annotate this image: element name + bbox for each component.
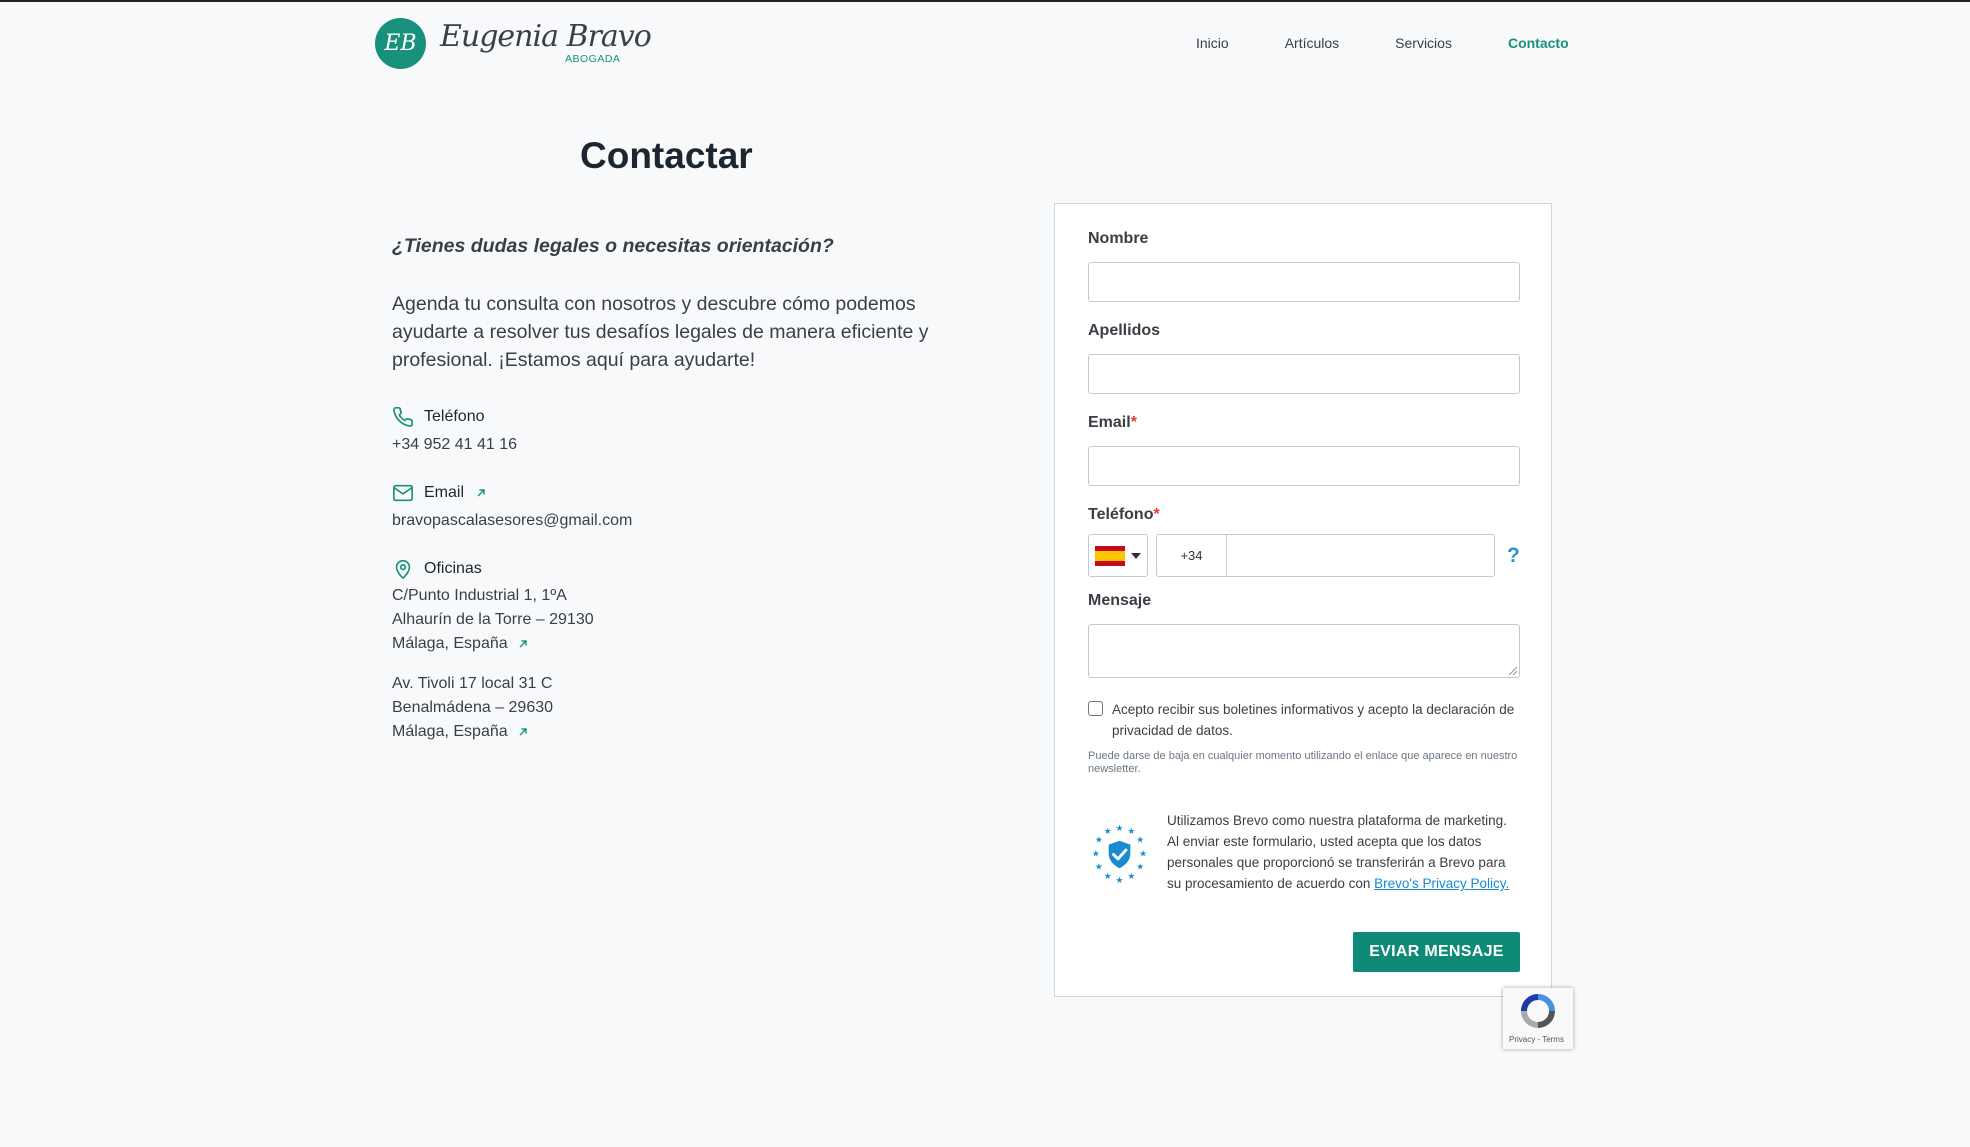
external-link-icon[interactable]	[518, 727, 528, 737]
logo-monogram: EB	[375, 17, 426, 69]
logo-wordmark: Eugenia Bravo ABOGADA	[440, 15, 652, 71]
svg-text:★: ★	[1139, 849, 1147, 859]
unsubscribe-note: Puede darse de baja en cualquier momento…	[1088, 750, 1518, 775]
svg-text:★: ★	[1136, 862, 1144, 872]
envelope-icon	[393, 484, 413, 502]
external-link-icon[interactable]	[518, 639, 528, 649]
country-select[interactable]	[1088, 534, 1148, 577]
email-address[interactable]: bravopascalasesores@gmail.com	[392, 509, 632, 533]
office-address-1: C/Punto Industrial 1, 1ºA Alhaurín de la…	[392, 584, 594, 656]
brevo-notice: ★ ★ ★ ★ ★ ★ ★ ★ ★ ★ ★ ★ Utilizamos Brevo como nue…	[1088, 810, 1520, 894]
address-line: C/Punto Industrial 1, 1ºA	[392, 587, 567, 604]
svg-text:★: ★	[1095, 836, 1103, 846]
contact-email: Email bravopascalasesores@gmail.com	[392, 482, 632, 533]
phone-number[interactable]: +34 952 41 41 16	[392, 433, 517, 457]
recaptcha-text[interactable]: Privacy - Terms	[1509, 1035, 1564, 1044]
nombre-label: Nombre	[1088, 230, 1149, 247]
consent-text: Acepto recibir sus boletines informativo…	[1112, 702, 1515, 738]
svg-text:★: ★	[1092, 849, 1100, 859]
mensaje-field[interactable]	[1088, 624, 1520, 678]
offices-label: Oficinas	[424, 560, 482, 577]
address-line: Alhaurín de la Torre – 29130	[392, 611, 594, 628]
svg-text:★: ★	[1127, 872, 1135, 882]
svg-text:★: ★	[1127, 827, 1135, 837]
site-logo[interactable]: EB Eugenia Bravo ABOGADA	[375, 15, 652, 71]
external-link-icon[interactable]	[476, 488, 486, 498]
send-message-button[interactable]: EVIAR MENSAJE	[1353, 932, 1520, 972]
caret-down-icon	[1131, 552, 1141, 559]
recaptcha-badge[interactable]: Privacy - Terms	[1503, 988, 1573, 1049]
phone-label: Teléfono	[424, 408, 485, 425]
contact-form: Nombre Apellidos Email* Teléfono* +34 ? …	[1054, 203, 1552, 997]
nav-contacto[interactable]: Contacto	[1508, 35, 1569, 51]
address-line: Málaga, España	[392, 720, 594, 744]
svg-text:★: ★	[1104, 827, 1112, 837]
intro-question: ¿Tienes dudas legales o necesitas orient…	[392, 235, 834, 257]
nombre-field[interactable]	[1088, 262, 1520, 302]
phone-field[interactable]	[1226, 534, 1495, 577]
logo-subtitle: ABOGADA	[565, 53, 621, 65]
contact-offices: Oficinas C/Punto Industrial 1, 1ºA Alhau…	[392, 558, 594, 744]
svg-text:★: ★	[1116, 824, 1124, 834]
phone-row: +34 ?	[1088, 534, 1520, 577]
apellidos-label: Apellidos	[1088, 322, 1161, 339]
brevo-privacy-link[interactable]: Brevo's Privacy Policy.	[1374, 876, 1509, 891]
page-title: Contactar	[580, 135, 753, 176]
nav-inicio[interactable]: Inicio	[1196, 35, 1229, 51]
intro-text: Agenda tu consulta con nosotros y descub…	[392, 293, 929, 371]
office-address-2: Av. Tivoli 17 local 31 C Benalmádena – 2…	[392, 672, 594, 744]
nav-articulos[interactable]: Artículos	[1285, 35, 1339, 51]
map-pin-icon	[395, 559, 411, 579]
gdpr-shield-icon: ★ ★★★ ★★★★ ★★★★	[1092, 824, 1147, 885]
address-line: Av. Tivoli 17 local 31 C	[392, 675, 553, 692]
recaptcha-icon	[1521, 994, 1555, 1028]
email-field-label: Email*	[1088, 414, 1137, 431]
telefono-field-label: Teléfono*	[1088, 506, 1160, 523]
consent-row: Acepto recibir sus boletines informativo…	[1088, 699, 1520, 741]
consent-checkbox[interactable]	[1088, 701, 1103, 716]
mensaje-label: Mensaje	[1088, 592, 1152, 609]
svg-text:★: ★	[1116, 876, 1124, 885]
main-nav: Inicio Artículos Servicios Contacto	[1196, 35, 1569, 51]
svg-text:★: ★	[1104, 872, 1112, 882]
contact-phone: Teléfono +34 952 41 41 16	[392, 406, 517, 457]
svg-text:★: ★	[1136, 836, 1144, 846]
nav-servicios[interactable]: Servicios	[1395, 35, 1452, 51]
dial-code: +34	[1156, 534, 1226, 577]
phone-icon	[393, 407, 413, 427]
spain-flag-icon	[1095, 545, 1125, 566]
brevo-text: Utilizamos Brevo como nuestra plataforma…	[1167, 813, 1510, 891]
address-line: Málaga, España	[392, 632, 594, 656]
help-icon[interactable]: ?	[1507, 544, 1520, 568]
logo-name: Eugenia Bravo	[440, 19, 652, 54]
address-line: Benalmádena – 29630	[392, 699, 554, 716]
email-field[interactable]	[1088, 446, 1520, 486]
resize-grip-icon[interactable]	[1509, 667, 1517, 675]
email-label: Email	[424, 484, 465, 501]
svg-text:★: ★	[1095, 862, 1103, 872]
apellidos-field[interactable]	[1088, 354, 1520, 394]
